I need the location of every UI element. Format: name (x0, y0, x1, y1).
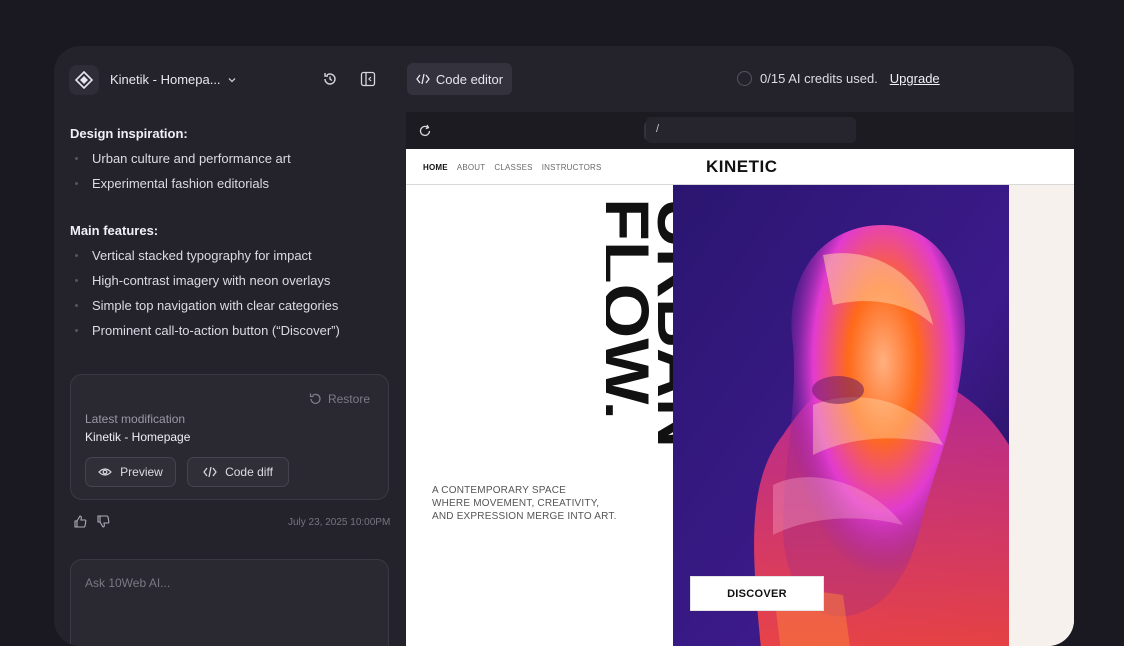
chat-message: Design inspiration: Urban culture and pe… (70, 126, 390, 348)
code-icon (203, 466, 217, 478)
diamond-logo-icon (75, 71, 93, 89)
restore-button[interactable]: Restore (308, 392, 370, 406)
code-editor-button[interactable]: Code editor (407, 63, 512, 95)
refresh-button[interactable] (414, 121, 436, 141)
hero-text-panel: URBAN FLOW. A CONTEMPORARY SPACE WHERE M… (406, 185, 706, 646)
inspiration-list: Urban culture and performance art Experi… (70, 151, 390, 201)
project-selector[interactable]: Kinetik - Homepa... (110, 72, 237, 87)
hero-tagline: A CONTEMPORARY SPACE WHERE MOVEMENT, CRE… (432, 484, 617, 523)
nav-link-instructors[interactable]: INSTRUCTORS (542, 163, 602, 172)
thumbs-down-icon[interactable] (97, 515, 110, 528)
restore-icon (309, 393, 321, 404)
thumbs-up-icon[interactable] (74, 515, 87, 528)
tagline-line: WHERE MOVEMENT, CREATIVITY, (432, 498, 600, 509)
preview-button[interactable]: Preview (85, 457, 176, 487)
website-preview: HOME ABOUT CLASSES INSTRUCTORS KINETIC U… (406, 149, 1074, 646)
credits-text: 0/15 AI credits used. (760, 71, 878, 86)
inspiration-title: Design inspiration: (70, 126, 188, 141)
code-editor-label: Code editor (435, 71, 504, 87)
modification-name: Kinetik - Homepage (85, 430, 191, 444)
feedback-buttons (74, 515, 110, 528)
refresh-icon (419, 124, 431, 137)
modification-label: Latest modification (85, 412, 186, 426)
code-icon (416, 73, 430, 85)
list-item: Urban culture and performance art (70, 151, 390, 176)
site-nav-links: HOME ABOUT CLASSES INSTRUCTORS (423, 163, 602, 172)
hero-side-panel (1009, 185, 1074, 646)
discover-button[interactable]: DISCOVER (690, 576, 824, 611)
features-list: Vertical stacked typography for impact H… (70, 248, 390, 348)
sidebar-toggle-icon (360, 71, 376, 87)
chat-input-box[interactable] (70, 559, 389, 646)
credits-progress-ring (737, 71, 752, 86)
hero-line-flow: FLOW. (606, 198, 663, 420)
app-logo[interactable] (69, 65, 99, 95)
site-brand[interactable]: KINETIC (706, 157, 778, 177)
tagline-line: AND EXPRESSION MERGE INTO ART. (432, 511, 617, 522)
restore-label: Restore (327, 392, 370, 406)
message-timestamp: July 23, 2025 10:00PM (288, 517, 391, 528)
nav-link-home[interactable]: HOME (423, 163, 448, 172)
ask-input[interactable] (85, 576, 365, 590)
code-diff-label: Code diff (225, 465, 273, 479)
list-item: Experimental fashion editorials (70, 176, 390, 201)
nav-link-classes[interactable]: CLASSES (494, 163, 532, 172)
app-window: Kinetik - Homepa... Code editor 0/15 AI … (54, 46, 1074, 646)
code-diff-button[interactable]: Code diff (187, 457, 289, 487)
history-icon (324, 73, 336, 85)
modification-card: Restore Latest modification Kinetik - Ho… (70, 374, 389, 500)
history-button[interactable] (321, 70, 339, 88)
ai-credits: 0/15 AI credits used. Upgrade (737, 71, 940, 86)
list-item: High-contrast imagery with neon overlays (70, 273, 390, 298)
list-item: Prominent call-to-action button (“Discov… (70, 323, 390, 348)
chevron-down-icon (228, 77, 236, 82)
tagline-line: A CONTEMPORARY SPACE (432, 485, 567, 496)
url-field[interactable]: / (646, 117, 856, 143)
project-name: Kinetik - Homepa... (110, 72, 221, 87)
list-item: Simple top navigation with clear categor… (70, 298, 390, 323)
list-item: Vertical stacked typography for impact (70, 248, 390, 273)
nav-link-about[interactable]: ABOUT (457, 163, 486, 172)
site-navbar: HOME ABOUT CLASSES INSTRUCTORS KINETIC (406, 149, 1074, 185)
eye-icon (98, 468, 113, 476)
sidebar-toggle-button[interactable] (359, 70, 377, 88)
features-title: Main features: (70, 223, 159, 238)
upgrade-link[interactable]: Upgrade (890, 71, 940, 86)
preview-label: Preview (120, 465, 163, 479)
